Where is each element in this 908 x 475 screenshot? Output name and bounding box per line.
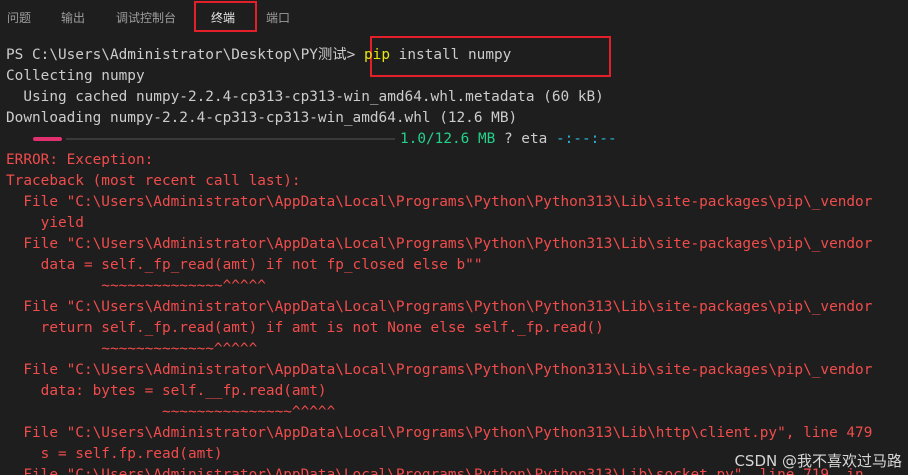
prompt-line: PS C:\Users\Administrator\Desktop\PY测试> … [6, 45, 511, 66]
error-line: ~~~~~~~~~~~~~~~^^^^^ [6, 404, 336, 420]
prompt-text: PS C:\Users\Administrator\Desktop\PY测试> [6, 47, 365, 63]
downloading-line: Downloading numpy-2.2.4-cp313-cp313-win_… [6, 110, 518, 126]
active-tab-indicator [211, 30, 236, 31]
using-cached-line: Using cached numpy-2.2.4-cp313-cp313-win… [6, 89, 604, 105]
tab-output[interactable]: 输出 [61, 0, 85, 36]
progress-eta-value: -:--:-- [555, 131, 617, 147]
error-line: File "C:\Users\Administrator\AppData\Loc… [6, 236, 873, 252]
collecting-line: Collecting numpy [6, 68, 145, 84]
tab-debug-console-label: 调试控制台 [116, 11, 177, 25]
error-line: yield [6, 215, 84, 231]
tab-output-label: 输出 [61, 11, 86, 25]
download-progress-bar [33, 137, 395, 141]
terminal-output[interactable]: PS C:\Users\Administrator\Desktop\PY测试> … [0, 36, 908, 475]
tab-terminal[interactable]: 终端 [211, 0, 236, 36]
error-line: s = self.fp.read(amt) [6, 446, 223, 462]
error-line: return self._fp.read(amt) if amt is not … [6, 320, 604, 336]
error-line: ~~~~~~~~~~~~~^^^^^ [6, 341, 258, 357]
tab-ports[interactable]: 端口 [266, 0, 290, 36]
tab-problems-label: 问题 [7, 11, 32, 25]
error-line: File "C:\Users\Administrator\AppData\Loc… [6, 299, 873, 315]
error-line: File "C:\Users\Administrator\AppData\Loc… [6, 362, 873, 378]
error-line: File "C:\Users\Administrator\AppData\Loc… [6, 194, 873, 210]
progress-bar-track [66, 138, 395, 140]
panel-tab-bar: 问题 输出 调试控制台 终端 端口 [0, 0, 908, 36]
tab-ports-label: 端口 [266, 11, 291, 25]
error-line: data: bytes = self.__fp.read(amt) [6, 383, 327, 399]
progress-eta-label: ? eta [495, 131, 556, 147]
csdn-watermark: CSDN @我不喜欢过马路 [734, 452, 902, 470]
error-line: ~~~~~~~~~~~~~~^^^^^ [6, 278, 266, 294]
error-line: data = self._fp_read(amt) if not fp_clos… [6, 257, 483, 273]
error-line: ERROR: Exception: [6, 152, 154, 168]
tab-problems[interactable]: 问题 [7, 0, 31, 36]
tab-debug-console[interactable]: 调试控制台 [116, 0, 176, 36]
progress-status-line: 1.0/12.6 MB ? eta -:--:-- [400, 129, 617, 150]
command-name: pip [364, 47, 391, 63]
progress-bar-fill [33, 137, 62, 141]
command-args: install numpy [390, 47, 512, 63]
tab-terminal-label: 终端 [211, 11, 236, 25]
error-line: Traceback (most recent call last): [6, 173, 301, 189]
progress-text: 1.0/12.6 MB [400, 131, 496, 147]
error-line: File "C:\Users\Administrator\AppData\Loc… [6, 425, 873, 441]
